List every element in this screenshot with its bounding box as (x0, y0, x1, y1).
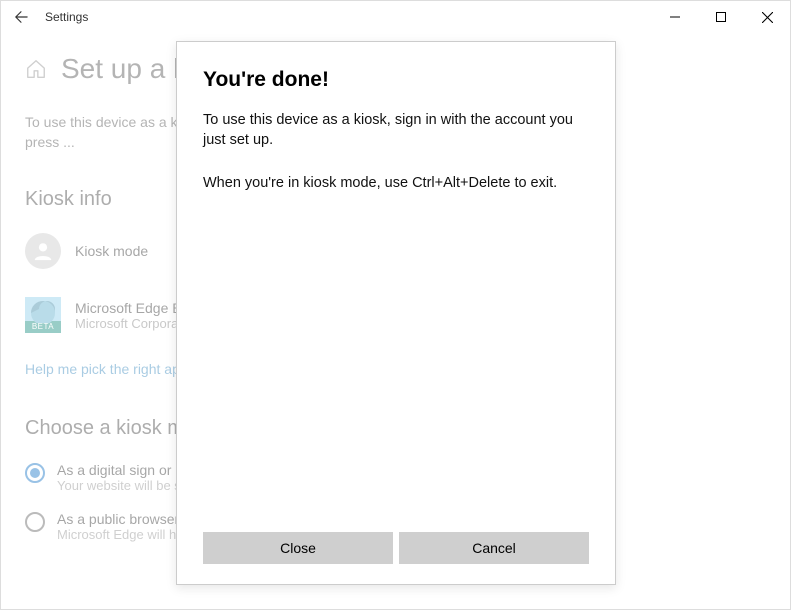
minimize-button[interactable] (652, 1, 698, 33)
dialog-text-2: When you're in kiosk mode, use Ctrl+Alt+… (203, 173, 589, 193)
close-button[interactable]: Close (203, 532, 393, 564)
user-avatar-icon (25, 233, 61, 269)
completion-dialog: You're done! To use this device as a kio… (176, 41, 616, 585)
dialog-text-1: To use this device as a kiosk, sign in w… (203, 110, 589, 151)
maximize-icon (716, 12, 726, 22)
maximize-button[interactable] (698, 1, 744, 33)
edge-beta-icon: BETA (25, 297, 61, 333)
help-pick-app-link[interactable]: Help me pick the right app (25, 361, 188, 377)
radio-button-icon (25, 463, 45, 483)
cancel-button[interactable]: Cancel (399, 532, 589, 564)
dialog-title: You're done! (203, 68, 589, 92)
radio-button-icon (25, 512, 45, 532)
back-button[interactable] (1, 1, 41, 33)
kiosk-account-label: Kiosk mode (75, 243, 148, 259)
home-icon (25, 58, 47, 80)
window-title: Settings (41, 10, 88, 24)
minimize-icon (670, 12, 680, 22)
close-window-button[interactable] (744, 1, 790, 33)
close-icon (762, 12, 773, 23)
arrow-left-icon (14, 10, 28, 24)
